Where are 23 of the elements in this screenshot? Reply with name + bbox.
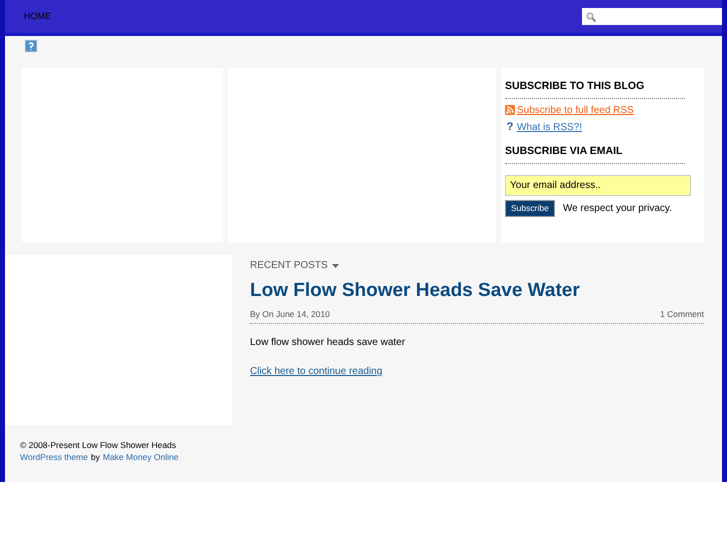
help-icon: ? (505, 118, 515, 136)
theme-link[interactable]: WordPress theme (20, 451, 88, 463)
comments-link[interactable]: 1 Comment (660, 308, 704, 320)
copyright-text: © 2008-Present Low Flow Shower Heads (20, 439, 178, 451)
search-icon (586, 12, 596, 22)
post-title[interactable]: Low Flow Shower Heads Save Water (250, 277, 704, 306)
post-excerpt: Low flow shower heads save water (250, 336, 406, 350)
broken-image-icon (25, 40, 37, 52)
email-field[interactable]: Your email address.. (505, 175, 691, 196)
widget-title: SUBSCRIBE TO THIS BLOG (505, 79, 685, 99)
subscribe-button[interactable]: Subscribe (505, 200, 555, 217)
caret-icon[interactable] (332, 264, 339, 268)
search-field[interactable] (582, 8, 722, 25)
privacy-note: We respect your privacy. (562, 202, 672, 216)
sidebar-link[interactable]: Subscribe to full feed RSS (517, 102, 634, 118)
by-text: by (90, 451, 100, 463)
rss-icon (505, 105, 515, 116)
section-heading: RECENT POSTS (250, 259, 328, 273)
widget-title: SUBSCRIBE VIA EMAIL (505, 144, 685, 164)
author-link[interactable]: Make Money Online (102, 451, 178, 463)
post-meta: By On June 14, 2010 (250, 308, 330, 320)
read-more-link[interactable]: Click here to continue reading (250, 364, 382, 380)
sidebar-link[interactable]: What is RSS?! (517, 120, 582, 134)
